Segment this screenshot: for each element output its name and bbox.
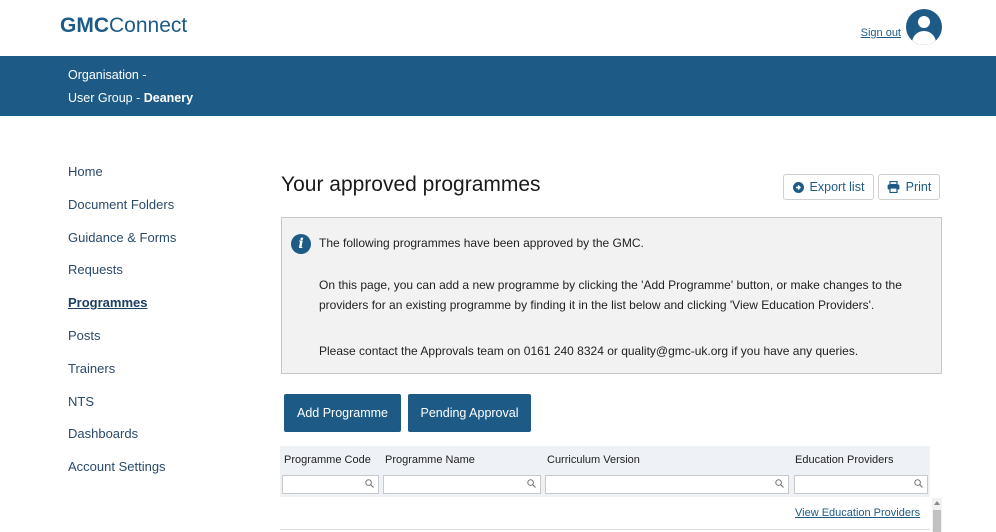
sidebar-item-home[interactable]: Home	[68, 164, 176, 197]
gmc-connect-logo[interactable]: GMCConnect	[60, 14, 187, 38]
sidebar-item-posts[interactable]: Posts	[68, 328, 176, 361]
search-icon	[365, 479, 374, 488]
info-icon: i	[291, 234, 311, 254]
programme-code-filter-input[interactable]	[282, 475, 379, 494]
column-header-programme-code[interactable]: Programme Code	[284, 454, 371, 466]
export-icon	[792, 181, 804, 193]
sidebar-item-guidance-forms[interactable]: Guidance & Forms	[68, 230, 176, 263]
search-icon	[914, 479, 923, 488]
sidebar-nav: Home Document Folders Guidance & Forms R…	[68, 164, 176, 492]
programme-name-filter-input[interactable]	[383, 475, 541, 494]
sidebar-item-dashboards[interactable]: Dashboards	[68, 426, 176, 459]
user-avatar-icon[interactable]	[906, 9, 942, 45]
table-scrollbar[interactable]	[932, 498, 942, 532]
curriculum-version-filter-input[interactable]	[545, 475, 789, 494]
table-row: View Education Providers	[280, 497, 930, 530]
printer-icon	[887, 181, 900, 193]
search-icon	[775, 479, 784, 488]
info-text-instructions: On this page, you can add a new programm…	[319, 278, 902, 312]
programmes-table: Programme Code Programme Name Curriculum…	[280, 446, 930, 530]
organisation-label: Organisation -	[68, 68, 147, 82]
info-text-intro: The following programmes have been appro…	[319, 236, 644, 250]
column-header-programme-name[interactable]: Programme Name	[385, 454, 475, 466]
filter-row	[280, 473, 930, 497]
sidebar-item-nts[interactable]: NTS	[68, 394, 176, 427]
user-group-label: User Group - Deanery	[68, 91, 194, 105]
pending-approval-button[interactable]: Pending Approval	[408, 394, 531, 432]
sidebar-item-document-folders[interactable]: Document Folders	[68, 197, 176, 230]
table-header: Programme Code Programme Name Curriculum…	[280, 446, 930, 473]
info-text-contact: Please contact the Approvals team on 016…	[319, 344, 859, 358]
top-bar: GMCConnect Sign out	[0, 0, 996, 56]
export-list-button[interactable]: Export list	[783, 174, 874, 200]
sign-out-link[interactable]: Sign out	[861, 27, 901, 39]
search-icon	[527, 479, 536, 488]
organisation-bar: Organisation - User Group - Deanery	[0, 56, 996, 116]
sidebar-item-account-settings[interactable]: Account Settings	[68, 459, 176, 492]
sidebar-item-trainers[interactable]: Trainers	[68, 361, 176, 394]
print-button[interactable]: Print	[878, 174, 940, 200]
page-title: Your approved programmes	[281, 173, 541, 196]
column-header-education-providers[interactable]: Education Providers	[795, 454, 893, 466]
scrollbar-thumb[interactable]	[933, 510, 941, 532]
education-providers-filter-input[interactable]	[794, 475, 928, 494]
view-education-providers-link[interactable]: View Education Providers	[795, 507, 928, 519]
sidebar-item-requests[interactable]: Requests	[68, 262, 176, 295]
info-panel: i The following programmes have been app…	[281, 217, 942, 374]
scroll-up-arrow-icon[interactable]	[934, 501, 940, 505]
column-header-curriculum-version[interactable]: Curriculum Version	[547, 454, 640, 466]
sidebar-item-programmes[interactable]: Programmes	[68, 295, 176, 328]
add-programme-button[interactable]: Add Programme	[284, 394, 401, 432]
